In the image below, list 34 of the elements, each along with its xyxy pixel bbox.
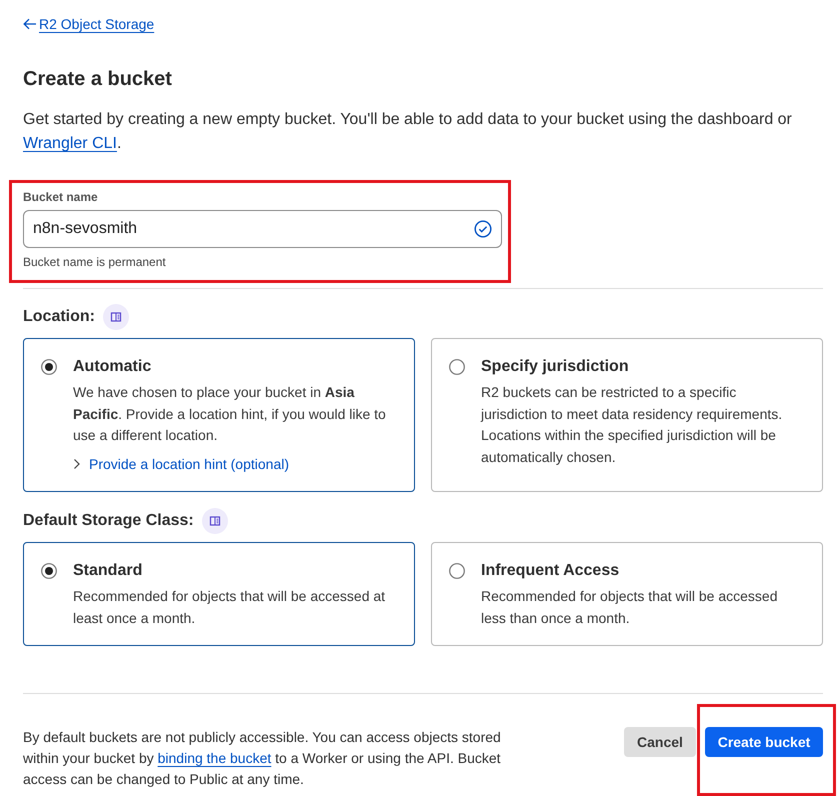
option-card[interactable]: Specify jurisdiction R2 buckets can be restricted to a specific jurisdiction to meet data residency requirements. Locations within the specified jurisdiction will be automatically chosen.	[431, 338, 823, 492]
bucket-name-input[interactable]: n8n-sevosmith	[23, 210, 502, 248]
option-card[interactable]: Infrequent Access Recommended for objects that will be accessed less than once a month.	[431, 542, 823, 646]
option-title: Specify jurisdiction	[481, 357, 630, 377]
book-icon[interactable]	[103, 304, 129, 330]
option-description: R2 buckets can be restricted to a specific jurisdiction to meet data residency requirements. Locations within the specified jurisdiction will be automatically chosen.	[481, 383, 784, 467]
cancel-button[interactable]: Cancel	[624, 727, 696, 757]
intro-text: Get started by creating a new empty bucket. You'll be able to add data to your bucket using the dashboard or Wrangler CLI.	[23, 110, 793, 154]
field-label: Bucket name	[23, 189, 99, 205]
chevron-right-icon	[73, 458, 81, 470]
option-description: Recommended for objects that will be accessed at least once a month.	[73, 587, 386, 628]
radio-selected-icon[interactable]	[41, 359, 57, 375]
radio-icon[interactable]	[449, 563, 465, 579]
wrangler-cli-link[interactable]: Wrangler CLI	[23, 135, 117, 152]
option-title: Standard	[73, 561, 144, 581]
footer-text: By default buckets are not publicly accessible. You can access objects stored within your bucket by binding the bucket to a Worker or using the API. Bucket access can be changed to Public at any time.	[23, 728, 502, 789]
radio-icon[interactable]	[449, 359, 465, 375]
radio-selected-icon[interactable]	[41, 563, 57, 579]
option-card[interactable]: Standard Recommended for objects that will be accessed at least once a month.	[23, 542, 415, 646]
option-card[interactable]: Automatic We have chosen to place your bucket in Asia Pacific. Provide a location hint, if you would like to use a different location. Provide a location hint (optional)	[23, 338, 415, 492]
location-hint-link[interactable]: Provide a location hint (optional)	[73, 454, 290, 474]
field-hint: Bucket name is permanent	[23, 254, 167, 270]
option-description: Recommended for objects that will be accessed less than once a month.	[481, 587, 778, 628]
option-description: We have chosen to place your bucket in Asia Pacific. Provide a location hint, if you would like to use a different location.	[73, 383, 387, 445]
page-title: Create a bucket	[23, 67, 173, 92]
arrow-left-icon	[23, 18, 37, 30]
option-title: Automatic	[73, 357, 152, 377]
binding-link[interactable]: binding the bucket	[158, 750, 272, 766]
option-title: Infrequent Access	[481, 561, 620, 581]
back-link[interactable]: R2 Object Storage	[23, 14, 154, 34]
book-icon[interactable]	[202, 508, 228, 534]
section-label: Default Storage Class:	[23, 512, 194, 530]
section-label: Location:	[23, 308, 95, 326]
create-button[interactable]: Create bucket	[705, 727, 823, 757]
